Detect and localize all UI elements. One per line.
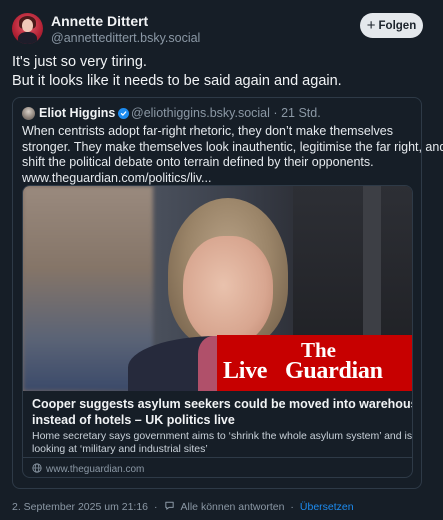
reply-setting-icon: [164, 500, 175, 514]
author-avatar[interactable]: [12, 13, 43, 44]
link-card-domain: www.theguardian.com: [32, 463, 144, 476]
quote-text: When centrists adopt far-right rhetoric,…: [22, 124, 443, 187]
quote-author-avatar[interactable]: [22, 107, 35, 120]
post-text-line: It's just so very tiring.: [12, 54, 147, 70]
quote-author-name-group[interactable]: Eliot Higgins: [39, 106, 130, 120]
meta-separator: ·: [273, 106, 278, 120]
link-card-title-line: instead of hotels – UK politics live: [32, 413, 235, 427]
link-card-title-line: Cooper suggests asylum seekers could be …: [32, 397, 413, 411]
plus-icon: +: [366, 17, 376, 34]
quote-link[interactable]: www.theguardian.com/politics/liv...: [22, 171, 417, 187]
quote-text-line: stronger. They make themselves look inau…: [22, 139, 443, 154]
author-handle[interactable]: @annettedittert.bsky.social: [51, 31, 200, 45]
follow-button-label: Folgen: [378, 19, 417, 32]
footer-separator: ·: [290, 501, 294, 513]
quote-text-line: shift the political debate onto terrain …: [22, 155, 374, 169]
follow-button[interactable]: + Folgen: [360, 13, 423, 38]
link-card-divider: [23, 457, 412, 458]
link-card-description-line: looking at ‘military and industrial site…: [32, 443, 208, 455]
post-text: It's just so very tiring. But it looks l…: [12, 53, 432, 91]
link-thumbnail-image: The Live Guardian: [23, 186, 412, 391]
post-date[interactable]: 2. September 2025 um 21:16: [12, 501, 148, 513]
quote-author-handle[interactable]: @eliothiggins.bsky.social: [131, 106, 270, 120]
reply-setting-label[interactable]: Alle können antworten: [181, 501, 285, 513]
guardian-logo-name: Guardian: [285, 358, 383, 384]
link-card-domain-text: www.theguardian.com: [46, 464, 145, 475]
link-card-description-line: Home secretary says government aims to ‘…: [32, 430, 413, 442]
translate-link[interactable]: Übersetzen: [300, 501, 354, 513]
quote-post[interactable]: Eliot Higgins @eliothiggins.bsky.social …: [12, 97, 443, 489]
quote-author-display-name: Eliot Higgins: [39, 106, 116, 120]
post: Annette Dittert @annettedittert.bsky.soc…: [0, 0, 443, 520]
quote-text-line: When centrists adopt far-right rhetoric,…: [22, 124, 393, 138]
post-text-line: But it looks like it needs to be said ag…: [12, 73, 342, 89]
link-card-title: Cooper suggests asylum seekers could be …: [32, 396, 413, 428]
link-card-description: Home secretary says government aims to ‘…: [32, 430, 413, 456]
link-preview-card[interactable]: The Live Guardian Cooper suggests asylum…: [22, 185, 413, 478]
globe-icon: [32, 463, 42, 476]
post-footer: 2. September 2025 um 21:16 · Alle können…: [12, 500, 354, 514]
guardian-logo-live: Live: [223, 358, 268, 384]
verified-badge-icon: [118, 107, 130, 119]
footer-separator: ·: [154, 501, 158, 513]
quote-time[interactable]: 21 Std.: [281, 106, 321, 120]
author-display-name[interactable]: Annette Dittert: [51, 13, 148, 29]
quote-meta: @eliothiggins.bsky.social · 21 Std.: [131, 106, 321, 120]
